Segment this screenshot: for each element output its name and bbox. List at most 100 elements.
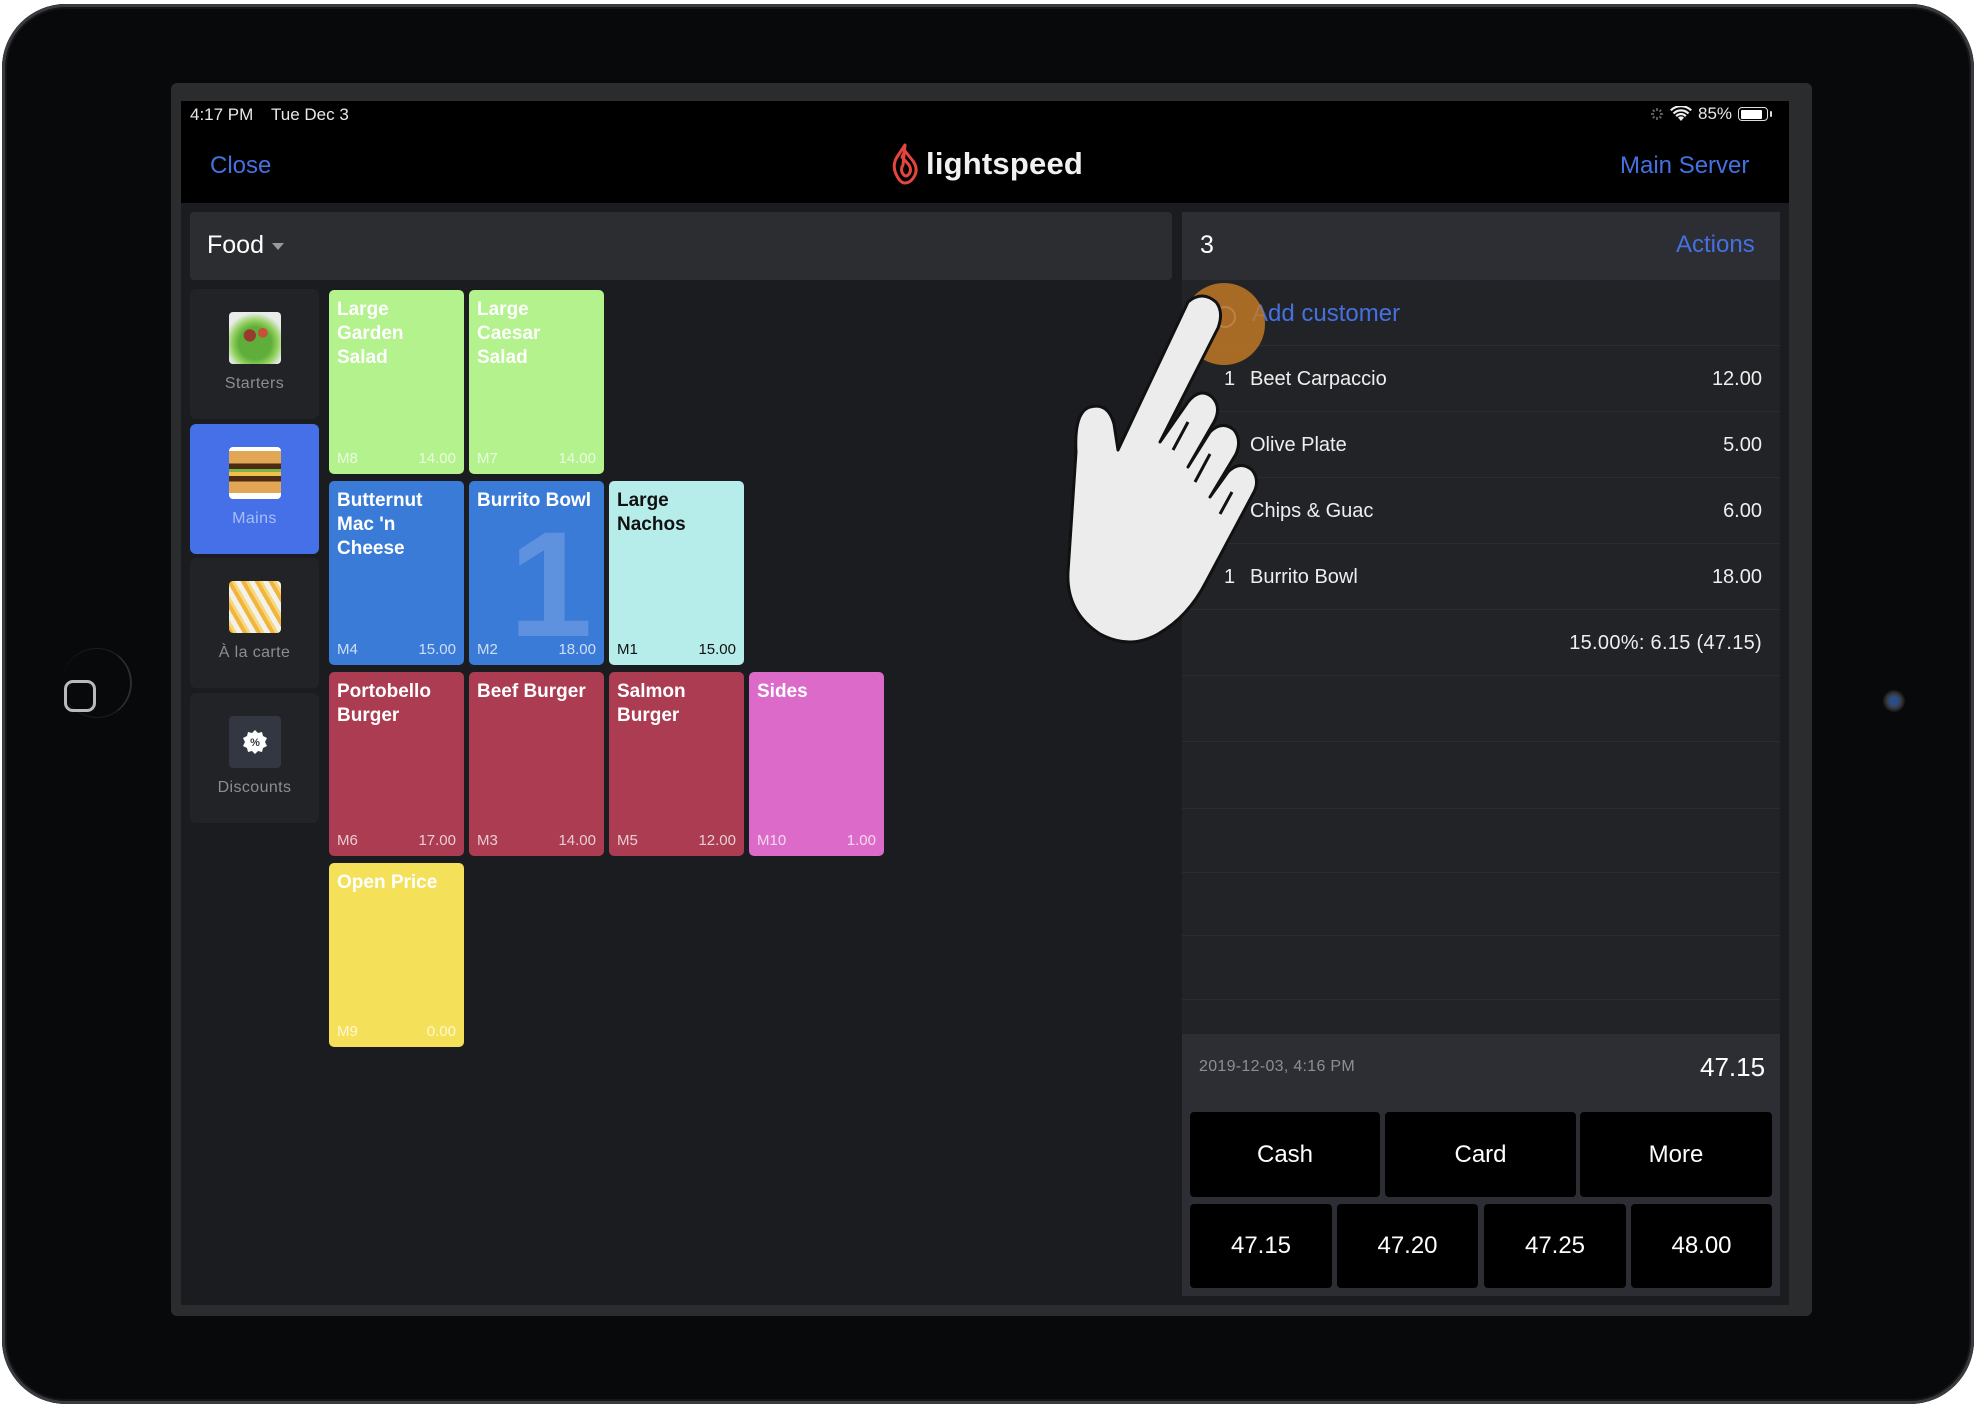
- menu-item-tile[interactable]: Salmon Burger M5 12.00: [609, 672, 744, 856]
- menu-item-code: M4: [337, 641, 358, 658]
- menu-item-name: Large Caesar Salad: [477, 299, 541, 368]
- category-label: À la carte: [218, 644, 291, 661]
- menu-item-price: 14.00: [558, 832, 596, 849]
- status-date: Tue Dec 3: [271, 105, 349, 124]
- quick-amount-button[interactable]: 47.20: [1337, 1204, 1478, 1288]
- menu-selector-bar[interactable]: [190, 212, 1172, 280]
- menu-item-code: M6: [337, 832, 358, 849]
- menu-item-tile[interactable]: Large Garden Salad M8 14.00: [329, 290, 464, 474]
- brand-logo: lightspeed: [890, 143, 1083, 185]
- svg-text:%: %: [250, 737, 260, 749]
- pay-cash-button[interactable]: Cash: [1190, 1112, 1380, 1197]
- pointing-hand-icon: [1066, 294, 1259, 644]
- quick-amount-button[interactable]: 47.15: [1190, 1204, 1332, 1288]
- fries-thumbnail: [228, 581, 281, 633]
- activity-spinner-icon: [1651, 108, 1663, 120]
- menu-item-name: Salmon Burger: [617, 681, 686, 726]
- category-a-la-carte[interactable]: À la carte: [190, 558, 319, 688]
- empty-row: [1182, 934, 1780, 1000]
- category-label: Starters: [224, 375, 285, 392]
- order-total: 47.15: [1700, 1052, 1766, 1082]
- category-label: Discounts: [217, 779, 292, 796]
- order-line-price: 12.00: [1711, 368, 1762, 390]
- home-button[interactable]: [64, 680, 96, 712]
- menu-item-code: M3: [477, 832, 498, 849]
- menu-item-footer: M10 1.00: [757, 832, 876, 849]
- menu-item-footer: M8 14.00: [337, 450, 456, 467]
- empty-row: [1182, 743, 1780, 809]
- category-label: Mains: [232, 510, 277, 527]
- wifi-icon: [1670, 106, 1692, 121]
- status-time: 4:17 PM: [190, 105, 254, 124]
- lightspeed-flame-icon: [892, 143, 918, 185]
- order-count-watermark: 1: [509, 500, 593, 665]
- actions-button[interactable]: Actions: [1676, 231, 1755, 259]
- quick-amount-button[interactable]: 48.00: [1631, 1204, 1772, 1288]
- pay-card-button[interactable]: Card: [1385, 1112, 1576, 1197]
- menu-item-code: M5: [617, 832, 638, 849]
- menu-item-price: 0.00: [426, 1023, 456, 1040]
- menu-item-footer: M1 15.00: [617, 641, 736, 658]
- menu-item-tile[interactable]: Large Caesar Salad M7 14.00: [469, 290, 604, 474]
- menu-item-price: 15.00: [698, 641, 736, 658]
- quick-amount-button[interactable]: 47.25: [1484, 1204, 1626, 1288]
- order-line-price: 18.00: [1711, 566, 1762, 588]
- menu-item-tile[interactable]: Beef Burger M3 14.00: [469, 672, 604, 856]
- order-line-price: 6.00: [1723, 500, 1762, 522]
- burger-thumbnail: [228, 447, 281, 499]
- menu-item-code: M8: [337, 450, 358, 467]
- discount-thumbnail: %: [228, 716, 281, 768]
- menu-item-tile[interactable]: Sides M10 1.00: [749, 672, 884, 856]
- menu-item-code: M7: [477, 450, 498, 467]
- order-timestamp: 2019-12-03, 4:16 PM: [1199, 1058, 1356, 1075]
- empty-row: [1182, 807, 1780, 873]
- menu-item-tile[interactable]: 1 Burrito Bowl M2 18.00: [469, 481, 604, 665]
- menu-item-tile[interactable]: Portobello Burger M6 17.00: [329, 672, 464, 856]
- menu-item-footer: M7 14.00: [477, 450, 596, 467]
- menu-item-tile[interactable]: Open Price M9 0.00: [329, 863, 464, 1047]
- battery-percent: 85%: [1698, 104, 1733, 123]
- table-number[interactable]: 3: [1200, 231, 1214, 260]
- menu-item-footer: M6 17.00: [337, 832, 456, 849]
- main-server-button[interactable]: Main Server: [1620, 152, 1749, 180]
- empty-row: [1182, 870, 1780, 936]
- menu-item-price: 14.00: [418, 450, 456, 467]
- menu-item-code: M10: [757, 832, 787, 849]
- menu-item-price: 1.00: [846, 832, 876, 849]
- menu-item-name: Large Garden Salad: [337, 299, 404, 368]
- status-indicators: 85%: [1650, 104, 1773, 124]
- category-mains[interactable]: Mains: [190, 424, 319, 554]
- category-starters[interactable]: Starters: [190, 289, 319, 419]
- menu-item-price: 17.00: [418, 832, 456, 849]
- menu-item-name: Burrito Bowl: [477, 490, 591, 511]
- discount-badge-icon: %: [242, 730, 267, 754]
- menu-item-tile[interactable]: Butternut Mac 'n Cheese M4 15.00: [329, 481, 464, 665]
- menu-item-name: Open Price: [337, 872, 438, 893]
- menu-item-tile[interactable]: Large Nachos M1 15.00: [609, 481, 744, 665]
- close-button[interactable]: Close: [210, 152, 271, 180]
- battery-icon: [1738, 107, 1773, 121]
- menu-item-name: Beef Burger: [477, 681, 586, 702]
- menu-item-code: M2: [477, 641, 498, 658]
- menu-item-footer: M4 15.00: [337, 641, 456, 658]
- menu-item-price: 14.00: [558, 450, 596, 467]
- battery-level: [1740, 109, 1762, 119]
- category-discounts[interactable]: % Discounts: [190, 693, 319, 823]
- pay-more-button[interactable]: More: [1580, 1112, 1772, 1197]
- camera-icon: [1883, 690, 1905, 712]
- order-line-price: 5.00: [1723, 434, 1762, 456]
- caret-down-icon[interactable]: [272, 243, 284, 250]
- menu-item-name: Large Nachos: [617, 490, 686, 535]
- menu-item-footer: M9 0.00: [337, 1023, 456, 1040]
- tax-summary: 15.00%: 6.15 (47.15): [1569, 632, 1762, 654]
- menu-selector-label[interactable]: Food: [207, 231, 264, 260]
- empty-row: [1182, 676, 1780, 742]
- menu-item-name: Portobello Burger: [337, 681, 431, 726]
- menu-item-footer: M3 14.00: [477, 832, 596, 849]
- menu-item-price: 12.00: [698, 832, 736, 849]
- menu-item-name: Sides: [757, 681, 808, 702]
- menu-item-price: 15.00: [418, 641, 456, 658]
- menu-item-name: Butternut Mac 'n Cheese: [337, 490, 423, 559]
- menu-item-code: M1: [617, 641, 638, 658]
- menu-item-code: M9: [337, 1023, 358, 1040]
